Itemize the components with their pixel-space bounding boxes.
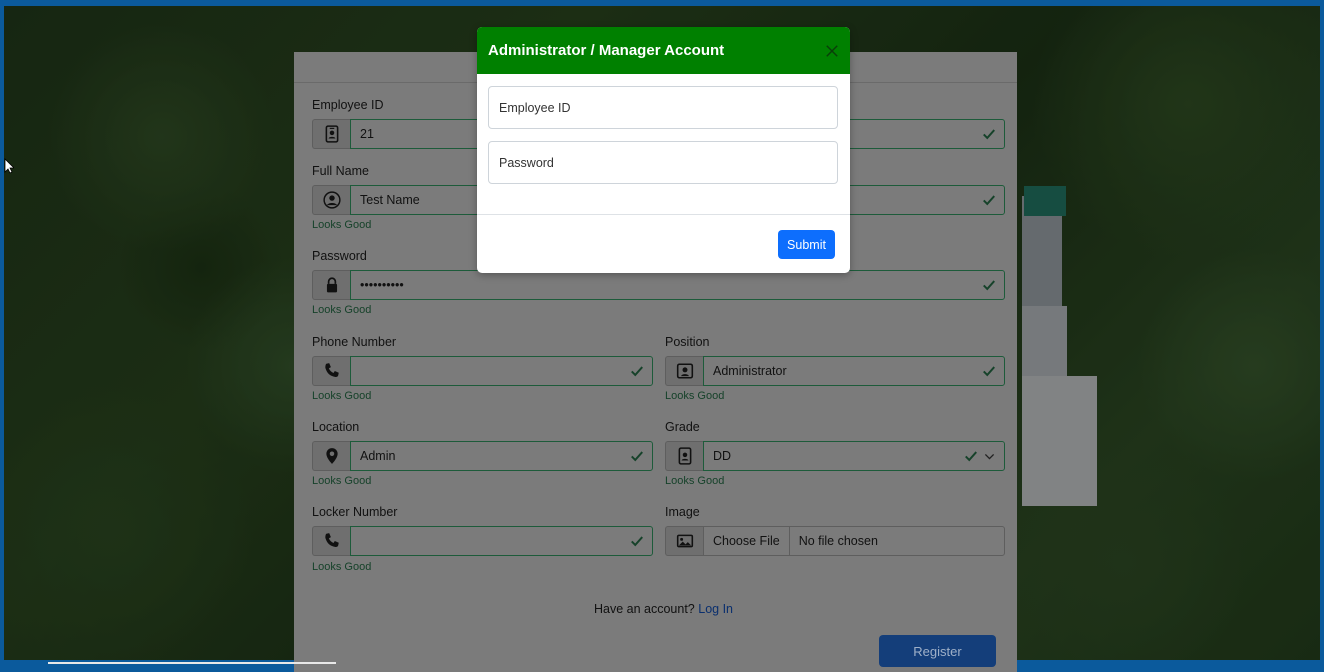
taskbar-indicator	[48, 662, 336, 664]
user-circle-icon	[312, 185, 350, 215]
password-placeholder: Password	[499, 155, 554, 170]
position-label: Position	[665, 335, 710, 349]
position-row: Administrator	[665, 356, 1005, 386]
lock-icon	[312, 270, 350, 300]
position-feedback: Looks Good	[665, 390, 725, 402]
employee-id-value: 21	[360, 127, 374, 141]
map-pin-icon	[312, 441, 350, 471]
location-feedback: Looks Good	[312, 475, 372, 487]
submit-button[interactable]: Submit	[778, 230, 835, 259]
modal-footer: Submit	[477, 214, 850, 273]
modal-header: Administrator / Manager Account	[477, 27, 850, 74]
position-value: Administrator	[713, 364, 787, 378]
chevron-down-icon	[984, 453, 995, 460]
grade-select[interactable]: DD	[703, 441, 1005, 471]
id-badge-icon	[312, 119, 350, 149]
close-icon[interactable]	[825, 44, 839, 58]
position-input[interactable]: Administrator	[703, 356, 1005, 386]
employee-id-label: Employee ID	[312, 98, 384, 112]
person-badge-icon	[665, 356, 703, 386]
modal-password-input[interactable]: Password	[488, 141, 838, 184]
check-icon	[983, 195, 995, 206]
have-account-row: Have an account? Log In	[594, 602, 733, 616]
phone-icon	[312, 526, 350, 556]
locker-input[interactable]	[350, 526, 653, 556]
password-value: ••••••••••	[360, 278, 404, 292]
mouse-cursor-icon	[4, 158, 14, 174]
phone-feedback: Looks Good	[312, 390, 372, 402]
phone-input[interactable]	[350, 356, 653, 386]
check-icon	[631, 451, 643, 462]
location-label: Location	[312, 420, 360, 434]
id-card-icon	[665, 441, 703, 471]
admin-modal: Administrator / Manager Account Employee…	[477, 27, 850, 273]
modal-title: Administrator / Manager Account	[488, 42, 725, 59]
login-link[interactable]: Log In	[698, 602, 733, 616]
check-icon	[983, 366, 995, 377]
have-account-text: Have an account?	[594, 602, 695, 616]
image-row: Choose File No file chosen	[665, 526, 1005, 556]
full-name-value: Test Name	[360, 193, 420, 207]
choose-file-button[interactable]: Choose File	[704, 527, 790, 555]
check-icon	[983, 280, 995, 291]
grade-row: DD	[665, 441, 1005, 471]
grade-label: Grade	[665, 420, 700, 434]
locker-label: Locker Number	[312, 505, 398, 519]
location-value: Admin	[360, 449, 396, 463]
grade-feedback: Looks Good	[665, 475, 725, 487]
locker-row	[312, 526, 653, 556]
employee-id-placeholder: Employee ID	[499, 100, 571, 115]
location-row: Admin	[312, 441, 653, 471]
password-feedback: Looks Good	[312, 304, 372, 316]
phone-icon	[312, 356, 350, 386]
check-icon	[965, 451, 977, 462]
image-file-input[interactable]: Choose File No file chosen	[703, 526, 1005, 556]
register-button[interactable]: Register	[879, 635, 996, 667]
full-name-feedback: Looks Good	[312, 219, 372, 231]
password-input[interactable]: ••••••••••	[350, 270, 1005, 300]
password-row: ••••••••••	[312, 270, 1005, 300]
modal-employee-id-input[interactable]: Employee ID	[488, 86, 838, 129]
full-name-label: Full Name	[312, 164, 369, 178]
phone-label: Phone Number	[312, 335, 397, 349]
file-status: No file chosen	[798, 534, 878, 548]
grade-value: DD	[713, 449, 732, 463]
locker-feedback: Looks Good	[312, 561, 372, 573]
image-label: Image	[665, 505, 700, 519]
check-icon	[631, 536, 643, 547]
location-input[interactable]: Admin	[350, 441, 653, 471]
check-icon	[983, 129, 995, 140]
phone-row	[312, 356, 653, 386]
check-icon	[631, 366, 643, 377]
image-icon	[665, 526, 703, 556]
password-label: Password	[312, 249, 367, 263]
